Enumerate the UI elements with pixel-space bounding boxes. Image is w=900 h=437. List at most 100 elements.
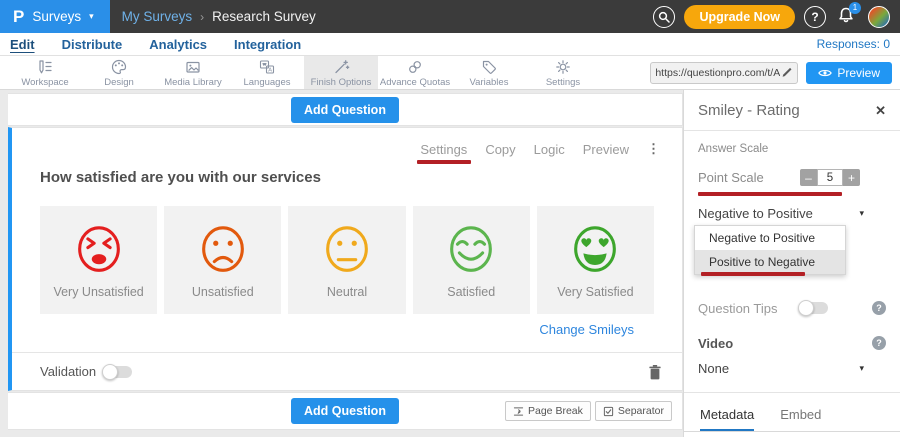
questionpro-logo-icon: P (13, 7, 24, 27)
help-icon[interactable]: ? (872, 301, 886, 315)
chevron-down-icon: ▾ (859, 208, 864, 219)
very-satisfied-smiley-icon (566, 221, 624, 279)
decrease-button[interactable]: – (800, 169, 817, 186)
responses-count[interactable]: Responses: 0 (817, 37, 890, 51)
toolbar-label: Advance Quotas (380, 77, 450, 88)
change-smileys-row: Change Smileys (12, 314, 682, 337)
upgrade-now-button[interactable]: Upgrade Now (684, 5, 795, 29)
nav-tab-edit[interactable]: Edit (10, 37, 35, 52)
translate-icon: A (258, 58, 276, 76)
neutral-smiley-icon (318, 221, 376, 279)
annotation-underline (417, 160, 471, 164)
smiley-option-neutral[interactable]: Neutral (288, 206, 405, 314)
nav-tab-analytics[interactable]: Analytics (149, 37, 207, 52)
magic-wand-icon (332, 58, 350, 76)
workspace-icon (36, 58, 54, 76)
option-positive-to-negative[interactable]: Positive to Negative (695, 250, 845, 274)
kebab-menu-icon[interactable]: ⋮ (647, 141, 660, 157)
separator-button[interactable]: Separator (595, 401, 672, 421)
option-label: Positive to Negative (709, 255, 815, 269)
toolbar-item-workspace[interactable]: Workspace (8, 56, 82, 89)
toolbar-item-finish-options[interactable]: Finish Options (304, 56, 378, 89)
search-button[interactable] (653, 6, 675, 28)
increase-button[interactable]: + (843, 169, 860, 186)
toolbar-item-languages[interactable]: A Languages (230, 56, 304, 89)
video-select[interactable]: None ▾ (698, 361, 886, 376)
toolbar-item-settings[interactable]: Settings (526, 56, 600, 89)
edit-pencil-icon[interactable] (780, 66, 793, 79)
toolbar-item-design[interactable]: Design (82, 56, 156, 89)
smiley-option-very-satisfied[interactable]: Very Satisfied (537, 206, 654, 314)
separator-checkbox-icon (603, 406, 614, 417)
breadcrumb-parent[interactable]: My Surveys (122, 9, 193, 24)
toolbar-label: Workspace (21, 77, 68, 88)
question-tips-row: Question Tips ? (698, 301, 886, 316)
question-tab-settings[interactable]: Settings (420, 142, 467, 157)
smiley-label: Unsatisfied (192, 285, 254, 299)
help-icon[interactable]: ? (872, 336, 886, 350)
toolbar-label: Media Library (164, 77, 222, 88)
add-question-button[interactable]: Add Question (291, 97, 399, 123)
validation-toggle[interactable] (104, 366, 132, 378)
point-scale-row: Point Scale – 5 + (698, 169, 886, 186)
smiley-option-unsatisfied[interactable]: Unsatisfied (164, 206, 281, 314)
toolbar-label: Languages (243, 77, 290, 88)
help-button[interactable]: ? (804, 6, 826, 28)
page-controls: Page Break Separator (505, 393, 672, 429)
validation-label: Validation (40, 364, 96, 379)
smiley-option-satisfied[interactable]: Satisfied (413, 206, 530, 314)
add-question-button[interactable]: Add Question (291, 398, 399, 424)
notifications-button[interactable]: 1 (835, 5, 859, 29)
question-tab-logic[interactable]: Logic (534, 142, 565, 157)
toggle-knob (798, 300, 814, 316)
breadcrumb: My Surveys › Research Survey (122, 9, 316, 24)
nav-tab-distribute[interactable]: Distribute (62, 37, 123, 52)
delete-question-trash-icon[interactable] (648, 364, 662, 380)
toolbar-item-media-library[interactable]: Media Library (156, 56, 230, 89)
question-tips-toggle[interactable] (800, 302, 828, 314)
tab-embed[interactable]: Embed (780, 407, 821, 431)
question-tab-preview[interactable]: Preview (583, 142, 629, 157)
option-negative-to-positive[interactable]: Negative to Positive (695, 226, 845, 250)
product-menu-label: Surveys (32, 9, 81, 24)
survey-url-input[interactable] (655, 67, 780, 79)
close-icon[interactable]: ✕ (875, 103, 886, 119)
preview-button[interactable]: Preview (806, 62, 892, 84)
survey-nav: Edit Distribute Analytics Integration Re… (0, 33, 900, 56)
separator-label: Separator (618, 405, 664, 417)
question-tab-label: Settings (420, 142, 467, 157)
question-title[interactable]: How satisfied are you with our services (40, 169, 682, 186)
question-tips-label: Question Tips (698, 301, 778, 316)
metadata-tabs: Metadata Embed (698, 407, 886, 431)
validation-row: Validation (12, 352, 682, 390)
survey-canvas: Add Question Settings Copy Logic Preview… (0, 90, 683, 437)
question-card: Settings Copy Logic Preview ⋮ How satisf… (8, 127, 683, 391)
product-switcher[interactable]: P Surveys ▾ (0, 0, 110, 33)
tab-metadata[interactable]: Metadata (700, 407, 754, 431)
answer-scale-label: Answer Scale (698, 143, 886, 155)
editor-toolbar: Workspace Design Media Library A Languag… (0, 56, 900, 90)
nav-tab-integration[interactable]: Integration (234, 37, 301, 52)
scale-direction-select[interactable]: Negative to Positive ▾ (698, 206, 886, 221)
toolbar-label: Settings (546, 77, 580, 88)
toolbar-item-variables[interactable]: Variables (452, 56, 526, 89)
add-question-bar-top: Add Question (8, 93, 683, 126)
smiley-option-very-unsatisfied[interactable]: Very Unsatisfied (40, 206, 157, 314)
divider (684, 392, 900, 393)
page-break-button[interactable]: Page Break (505, 401, 591, 421)
smiley-label: Very Satisfied (557, 285, 633, 299)
toggle-knob (102, 364, 118, 380)
image-icon (184, 58, 202, 76)
selected-direction: Negative to Positive (698, 206, 813, 221)
notification-badge: 1 (849, 2, 861, 14)
toolbar-item-advance-quotas[interactable]: Advance Quotas (378, 56, 452, 89)
point-scale-stepper: – 5 + (800, 169, 860, 186)
satisfied-smiley-icon (442, 221, 500, 279)
change-smileys-link[interactable]: Change Smileys (539, 322, 634, 337)
survey-url-box[interactable] (650, 62, 798, 84)
avatar[interactable] (868, 6, 890, 28)
point-scale-value[interactable]: 5 (817, 169, 843, 186)
annotation-underline (698, 192, 842, 196)
smiley-scale: Very Unsatisfied Unsatisfied (40, 206, 654, 314)
question-tab-copy[interactable]: Copy (485, 142, 515, 157)
